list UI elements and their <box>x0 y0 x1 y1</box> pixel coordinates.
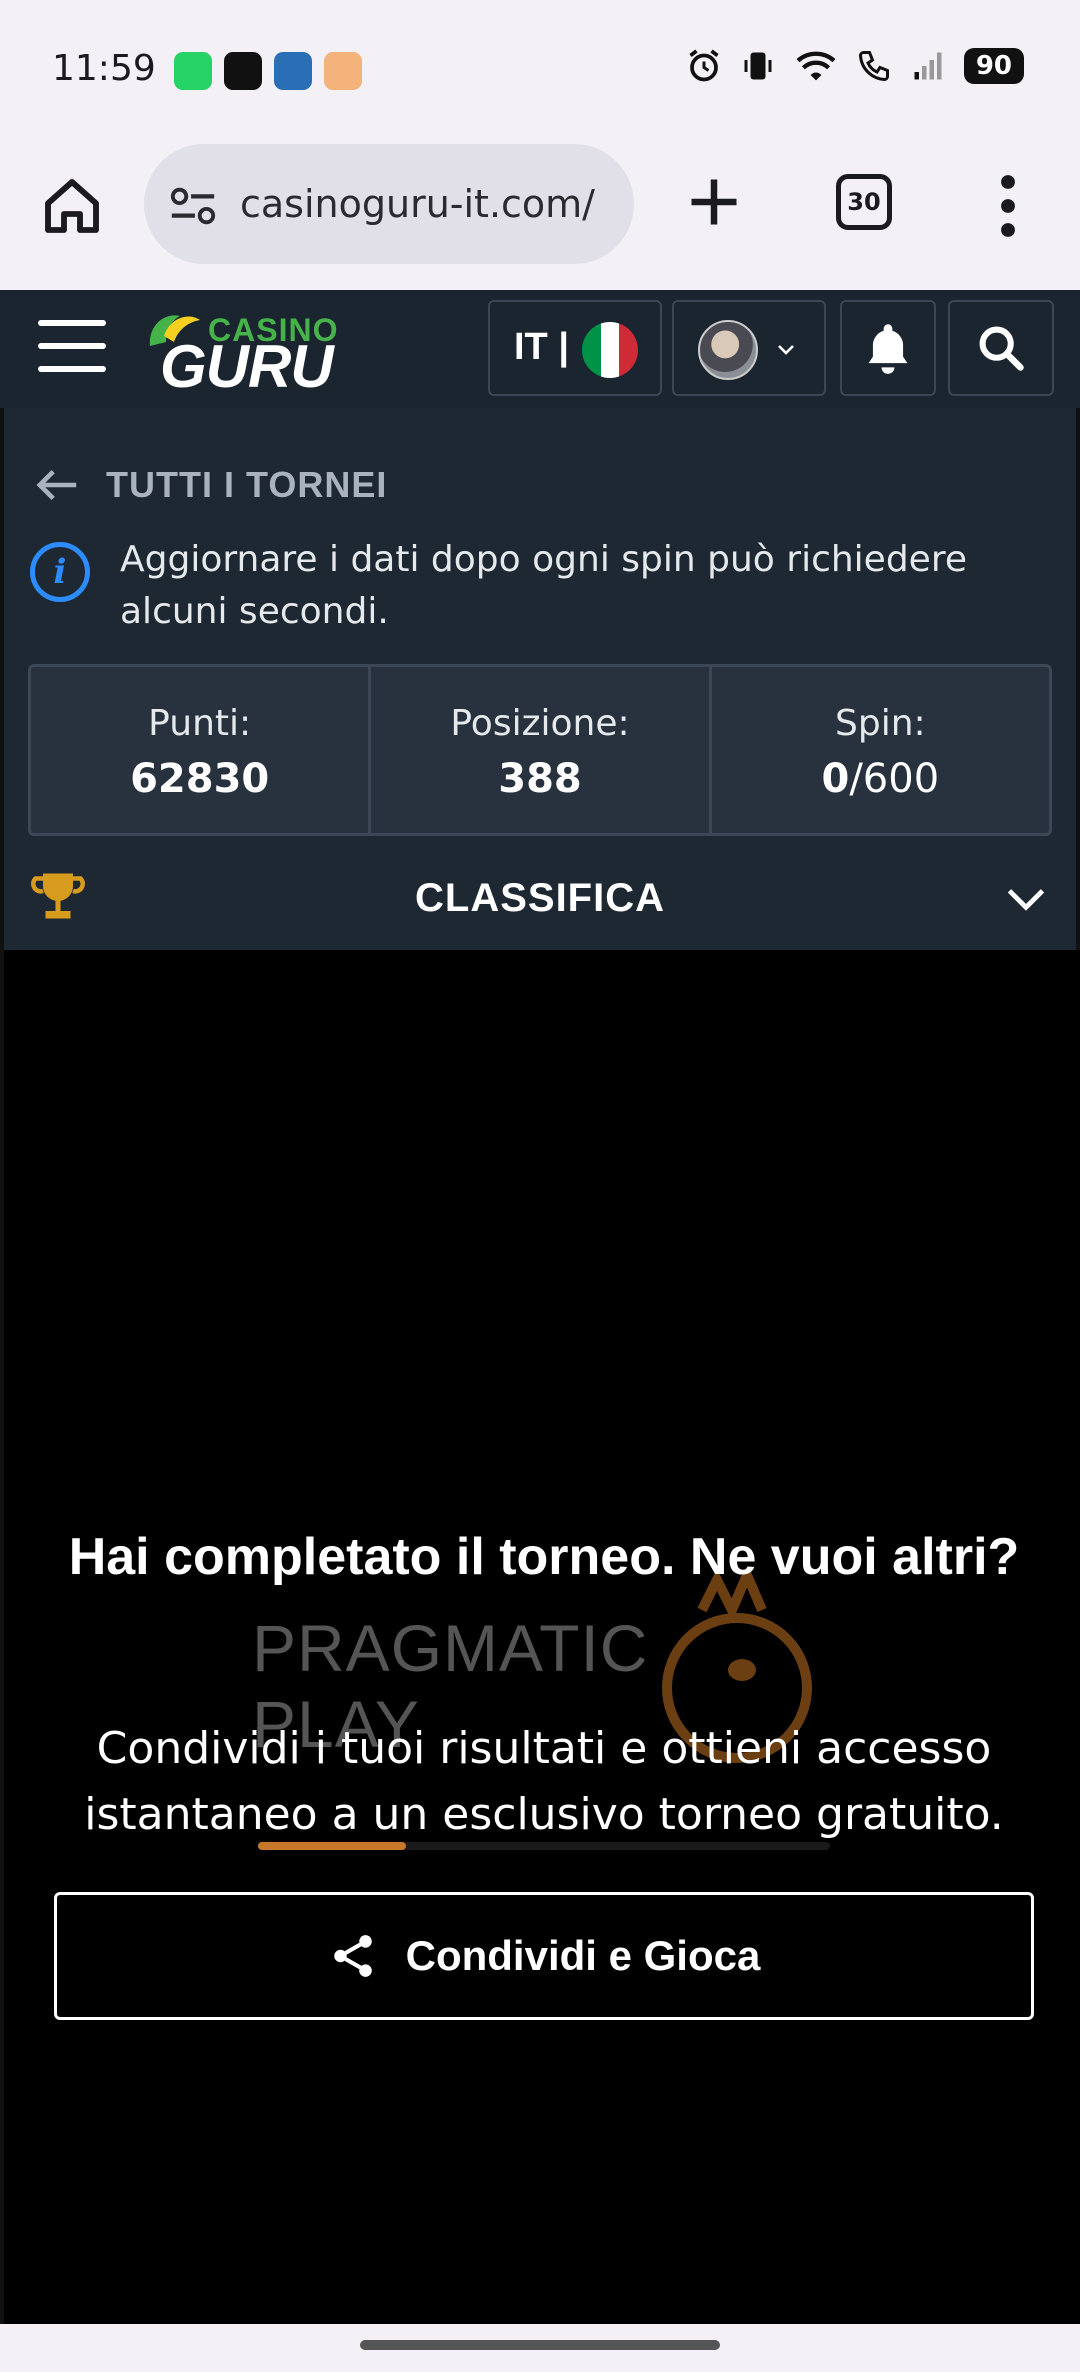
tournament-stats: Punti: 62830 Posizione: 388 Spin: 0/600 <box>28 664 1052 836</box>
completed-title: Hai completato il torneo. Ne vuoi altri? <box>68 1528 1020 1586</box>
more-vert-icon <box>1001 175 1015 237</box>
app-icon <box>274 52 312 90</box>
menu-button[interactable] <box>38 320 106 376</box>
bell-icon <box>868 324 908 374</box>
info-icon: i <box>30 542 90 602</box>
user-menu-button[interactable] <box>672 300 826 396</box>
chevron-down-icon <box>778 345 794 355</box>
hamburger-line <box>38 366 106 372</box>
site-header: CASINO GURU IT | <box>0 290 1080 408</box>
browser-menu-button[interactable] <box>998 174 1018 238</box>
back-to-tournaments-link[interactable]: TUTTI I TORNEI <box>34 464 387 506</box>
search-icon <box>979 326 1024 371</box>
stat-label: Spin: <box>834 703 926 744</box>
logo-guru-text: GURU <box>160 333 334 400</box>
stat-label: Punti: <box>148 703 252 744</box>
stat-spins: Spin: 0/600 <box>712 667 1049 833</box>
system-nav-bar <box>0 2324 1080 2372</box>
plus-icon <box>691 179 737 225</box>
stat-position: Posizione: 388 <box>371 667 712 833</box>
home-icon <box>45 179 99 233</box>
url-text: casinoguru-it.com/ <box>240 182 595 226</box>
leaderboard-toggle[interactable]: CLASSIFICA <box>4 848 1076 950</box>
arrow-left-icon <box>36 469 77 501</box>
stat-value: 388 <box>498 756 582 802</box>
language-label: IT | <box>514 326 569 368</box>
avatar <box>698 320 758 380</box>
hamburger-line <box>38 320 106 326</box>
status-time: 11:59 <box>52 48 156 89</box>
alarm-icon <box>689 49 719 82</box>
info-text: Aggiornare i dati dopo ogni spin può ric… <box>120 539 967 632</box>
game-frame: PRAGMATIC PLAY Hai completato il torneo.… <box>0 950 1080 2324</box>
casino-guru-logo[interactable]: CASINO GURU <box>142 304 342 400</box>
battery-indicator: 90 <box>963 48 1024 84</box>
gesture-handle[interactable] <box>360 2340 720 2350</box>
notification-icons <box>174 52 362 90</box>
completed-text: Condividi i tuoi risultati e ottieni acc… <box>84 1723 1004 1840</box>
stat-value: 62830 <box>130 756 270 802</box>
site-settings-icon[interactable] <box>168 184 218 233</box>
stat-points: Punti: 62830 <box>31 667 372 833</box>
home-button[interactable] <box>40 174 104 238</box>
share-icon <box>333 1935 372 1977</box>
leaderboard-label: CLASSIFICA <box>415 876 665 920</box>
status-bar: 11:59 90 <box>0 0 1080 140</box>
address-bar[interactable]: casinoguru-it.com/ <box>144 144 634 264</box>
tab-switcher-button[interactable]: 30 <box>836 174 892 230</box>
whatsapp-icon <box>174 52 212 90</box>
browser-toolbar: casinoguru-it.com/ 30 <box>0 140 1080 290</box>
tiktok-icon <box>224 52 262 90</box>
share-button-label: Condividi e Gioca <box>405 1932 761 1979</box>
tournament-panel: TUTTI I TORNEI i Aggiornare i dati dopo … <box>0 408 1080 950</box>
vibrate-icon <box>744 52 772 80</box>
italy-flag-icon <box>582 322 638 378</box>
share-and-play-button[interactable]: Condividi e Gioca <box>54 1892 1034 2020</box>
language-selector[interactable]: IT | <box>488 300 662 396</box>
stat-value: 0/600 <box>821 756 940 802</box>
stat-label: Posizione: <box>450 703 630 744</box>
call-icon <box>858 51 889 82</box>
chevron-down-icon <box>1007 889 1045 911</box>
search-button[interactable] <box>948 300 1054 396</box>
notifications-button[interactable] <box>840 300 936 396</box>
back-label: TUTTI I TORNEI <box>106 464 388 505</box>
system-icons: 90 <box>686 48 1024 84</box>
new-tab-button[interactable] <box>684 172 744 232</box>
amazon-icon <box>324 52 362 90</box>
hamburger-line <box>38 343 106 349</box>
wifi-icon <box>796 51 836 81</box>
signal-icon <box>914 52 942 80</box>
